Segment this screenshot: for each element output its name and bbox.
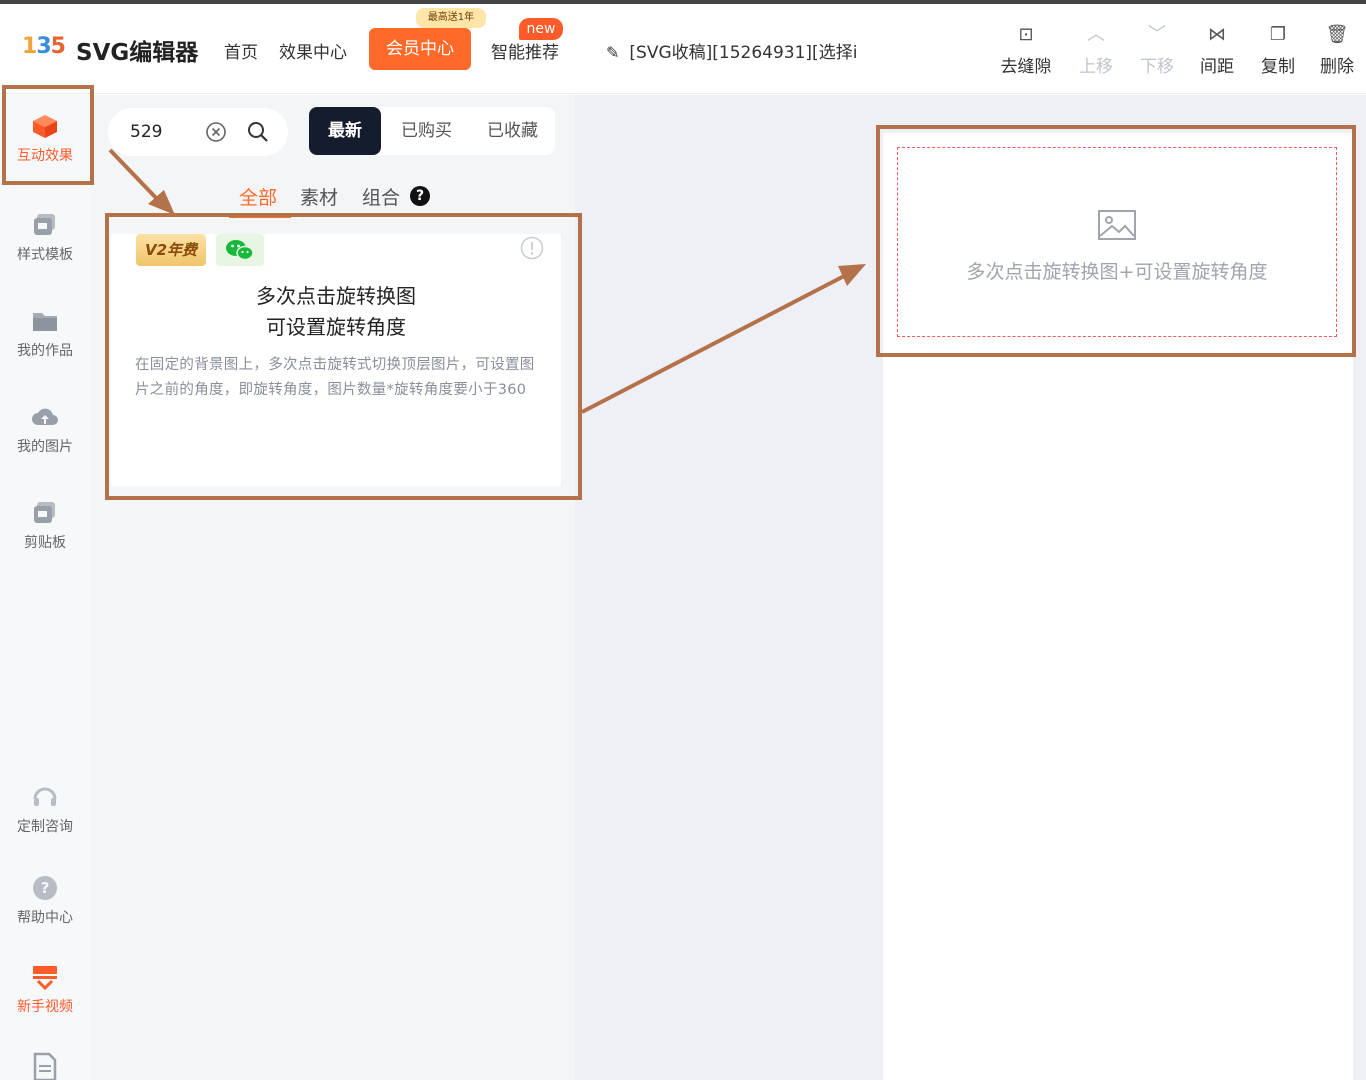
sidebar-item-label: 新手视频 bbox=[17, 999, 73, 1015]
tab-latest[interactable]: 最新 bbox=[309, 107, 381, 155]
chevron-down-icon: ﹀ bbox=[1148, 24, 1166, 45]
search-input[interactable]: 529 bbox=[130, 122, 162, 142]
card-title-line2: 可设置旋转角度 bbox=[266, 315, 406, 339]
sidebar-item-label: 我的图片 bbox=[17, 439, 73, 455]
tab-favorites[interactable]: 已收藏 bbox=[475, 107, 550, 155]
vip-center-button[interactable]: 会员中心 bbox=[369, 28, 471, 70]
info-icon[interactable] bbox=[520, 236, 544, 260]
sidebar-item-label: 我的作品 bbox=[17, 343, 73, 359]
headset-icon bbox=[33, 787, 57, 806]
clear-icon[interactable] bbox=[205, 121, 227, 143]
help-icon: ? bbox=[33, 876, 57, 900]
sidebar-item-custom-consult[interactable]: 定制咨询 bbox=[0, 784, 90, 836]
sidebar-item-my-works[interactable]: 我的作品 bbox=[0, 308, 90, 360]
sidebar-item-label: 帮助中心 bbox=[17, 910, 73, 926]
vip-promo-badge: 最高送1年 bbox=[416, 8, 486, 28]
card-title-line1: 多次点击旋转换图 bbox=[256, 284, 416, 308]
document-title-text: [SVG收稿][15264931][选择i bbox=[629, 43, 858, 63]
sidebar-item-label: 定制咨询 bbox=[17, 819, 73, 835]
active-tab-underline bbox=[229, 216, 291, 218]
subtab-combos[interactable]: 组合 bbox=[362, 183, 400, 210]
image-icon bbox=[1098, 210, 1136, 240]
sidebar-item-help-center[interactable]: ? 帮助中心 bbox=[0, 875, 90, 927]
logo[interactable]: 135 bbox=[22, 34, 66, 64]
tool-label: 间距 bbox=[1200, 57, 1234, 77]
brand-title: SVG编辑器 bbox=[76, 40, 199, 66]
trash-icon: 🗑 bbox=[1325, 24, 1349, 45]
top-header: 135 SVG编辑器 首页 效果中心 会员中心 最高送1年 智能推荐 new ✎… bbox=[0, 4, 1366, 94]
effect-placeholder[interactable] bbox=[897, 147, 1337, 337]
delete-button[interactable]: 🗑 删除 bbox=[1308, 24, 1366, 77]
sidebar-item-style-templates[interactable]: 样式模板 bbox=[0, 212, 90, 264]
tool-label: 复制 bbox=[1261, 57, 1295, 77]
wechat-icon bbox=[216, 234, 264, 266]
search-box[interactable]: 529 bbox=[108, 108, 288, 156]
svg-text:?: ? bbox=[41, 879, 50, 897]
spacing-icon: ⋈ bbox=[1208, 24, 1226, 45]
tab-purchased[interactable]: 已购买 bbox=[389, 107, 464, 155]
card-description: 在固定的背景图上，多次点击旋转式切换顶层图片，可设置图片之前的角度，即旋转角度，… bbox=[135, 357, 535, 398]
cube-icon bbox=[33, 115, 57, 138]
move-down-button[interactable]: ﹀ 下移 bbox=[1128, 24, 1186, 77]
subtab-materials[interactable]: 素材 bbox=[300, 183, 338, 210]
subtab-all[interactable]: 全部 bbox=[239, 183, 277, 210]
tool-label: 上移 bbox=[1079, 57, 1113, 77]
gap-icon: ⊡ bbox=[1018, 24, 1034, 45]
tool-label: 删除 bbox=[1320, 57, 1354, 77]
template-icon bbox=[34, 214, 55, 235]
move-up-button[interactable]: ︿ 上移 bbox=[1067, 24, 1125, 77]
sidebar-item-interactive-effects[interactable]: 互动效果 bbox=[0, 113, 90, 165]
chevron-up-icon: ︿ bbox=[1087, 24, 1105, 45]
help-icon[interactable]: ? bbox=[410, 186, 430, 206]
sidebar-item-beginner-videos[interactable]: 新手视频 bbox=[0, 964, 90, 1016]
search-icon[interactable] bbox=[246, 120, 270, 144]
sidebar-item-label: 互动效果 bbox=[17, 148, 73, 164]
edit-pencil-icon[interactable]: ✎ bbox=[606, 43, 619, 62]
document-icon[interactable] bbox=[31, 1052, 59, 1080]
card-title: 多次点击旋转换图 可设置旋转角度 bbox=[111, 281, 561, 343]
folder-icon bbox=[33, 313, 57, 331]
nav-smart-recommend[interactable]: 智能推荐 bbox=[491, 38, 559, 63]
cloud-icon bbox=[32, 408, 58, 425]
placeholder-text: 多次点击旋转换图+可设置旋转角度 bbox=[966, 261, 1268, 283]
copy-icon: ❐ bbox=[1269, 24, 1287, 45]
nav-effects-center[interactable]: 效果中心 bbox=[279, 38, 347, 63]
sidebar-item-label: 剪贴板 bbox=[24, 535, 66, 551]
document-title[interactable]: ✎ [SVG收稿][15264931][选择i bbox=[606, 38, 858, 63]
sort-segmented-control: 最新 已购买 已收藏 bbox=[309, 107, 555, 155]
tool-label: 去缝隙 bbox=[1000, 57, 1052, 77]
tool-label: 下移 bbox=[1140, 57, 1174, 77]
video-icon bbox=[33, 966, 57, 990]
nav-home[interactable]: 首页 bbox=[224, 38, 258, 63]
sidebar-item-my-images[interactable]: 我的图片 bbox=[0, 404, 90, 456]
copy-button[interactable]: ❐ 复制 bbox=[1249, 24, 1307, 77]
sidebar-item-clipboard[interactable]: 剪贴板 bbox=[0, 500, 90, 552]
new-badge: new bbox=[519, 18, 563, 40]
clipboard-icon bbox=[34, 502, 55, 523]
sidebar-item-label: 样式模板 bbox=[17, 247, 73, 263]
remove-gap-button[interactable]: ⊡ 去缝隙 bbox=[997, 24, 1055, 77]
spacing-button[interactable]: ⋈ 间距 bbox=[1188, 24, 1246, 77]
annual-vip-badge: V2年费 bbox=[136, 234, 206, 266]
